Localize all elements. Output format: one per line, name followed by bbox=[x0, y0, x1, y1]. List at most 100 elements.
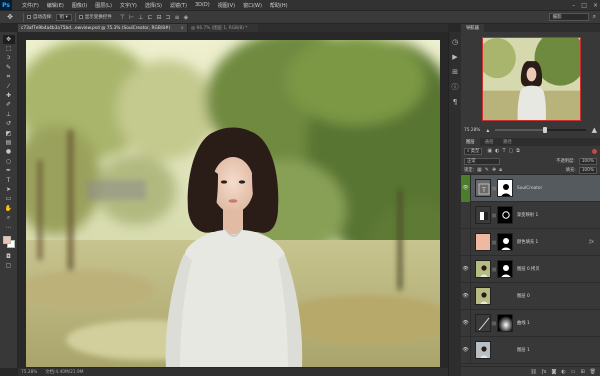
show-transform-checkbox[interactable] bbox=[78, 15, 83, 19]
menu-layer[interactable]: 图层(L) bbox=[91, 2, 116, 9]
fx-icon[interactable]: ƒx bbox=[589, 239, 594, 245]
menu-file[interactable]: 文件(F) bbox=[18, 2, 43, 9]
quick-mask-icon[interactable]: ◘ bbox=[3, 252, 15, 261]
visibility-eye-icon[interactable] bbox=[461, 228, 471, 256]
auto-select-checkbox[interactable] bbox=[27, 15, 31, 19]
menu-view[interactable]: 视图(V) bbox=[214, 2, 239, 9]
document-tab-active[interactable]: c73af7e9b4a4b3a75bd...ewview.psd @ 75.3%… bbox=[18, 24, 188, 32]
layer-mask[interactable] bbox=[497, 260, 513, 278]
filter-shape-icon[interactable]: ▢ bbox=[509, 148, 514, 154]
auto-select-target-select[interactable]: 组 ▾ bbox=[55, 13, 72, 21]
properties-panel-icon[interactable]: ⊞ bbox=[451, 68, 459, 76]
add-mask-icon[interactable]: ◙ bbox=[551, 369, 556, 375]
brush-icon[interactable]: ✐ bbox=[3, 101, 15, 110]
status-zoom[interactable]: 75.28% bbox=[21, 370, 37, 375]
align-bottom-icon[interactable]: ⊥ bbox=[138, 14, 143, 21]
navigator-preview[interactable] bbox=[482, 37, 581, 121]
tab-paths[interactable]: 路径 bbox=[498, 138, 517, 146]
visibility-eye-icon[interactable]: 👁︎ bbox=[461, 282, 471, 310]
more-icon[interactable]: ⋯ bbox=[3, 223, 15, 232]
filter-toggle[interactable] bbox=[592, 148, 597, 154]
info-panel-icon[interactable]: ⓘ bbox=[451, 83, 459, 91]
minimize-icon[interactable]: – bbox=[572, 2, 575, 9]
marquee-icon[interactable]: ⬚ bbox=[3, 44, 15, 53]
layer-mask[interactable] bbox=[497, 206, 513, 224]
document-tab-inactive[interactable]: @ 66.7% (图层 1, RGB/8) * bbox=[188, 24, 258, 32]
layer-name[interactable]: 图层 1 bbox=[517, 347, 530, 353]
layer-row[interactable]: 👁︎ 图层 1 bbox=[461, 336, 600, 364]
fill-input[interactable]: 100% bbox=[578, 166, 597, 174]
new-layer-icon[interactable]: ⊞ bbox=[580, 369, 584, 375]
link-layers-icon[interactable]: ⛓︎ bbox=[530, 369, 536, 375]
layer-row[interactable]: 👁︎ 图层 0 bbox=[461, 282, 600, 310]
layer-mask[interactable] bbox=[497, 314, 513, 332]
zoom-in-icon[interactable]: ▲ bbox=[592, 126, 597, 134]
paragraph-panel-icon[interactable]: ¶ bbox=[451, 98, 459, 106]
zoom-slider-handle[interactable] bbox=[543, 127, 548, 133]
close-icon[interactable]: × bbox=[593, 2, 598, 9]
blur-icon[interactable]: ● bbox=[3, 148, 15, 157]
align-left-icon[interactable]: ⊏ bbox=[147, 14, 152, 21]
layer-row[interactable]: 👁︎ ⛓︎ 图层 0 拷贝 bbox=[461, 255, 600, 283]
lock-transparent-icon[interactable]: ▦ bbox=[477, 167, 482, 173]
zoom-slider[interactable] bbox=[495, 127, 586, 133]
hand-icon[interactable]: ✋ bbox=[3, 204, 15, 213]
dodge-icon[interactable]: ○ bbox=[3, 157, 15, 166]
filter-smart-icon[interactable]: ⧉ bbox=[516, 148, 520, 154]
document-canvas[interactable] bbox=[26, 40, 440, 367]
layer-row[interactable]: 👁︎ T ⛓︎ SoulCreator bbox=[461, 174, 600, 202]
type-icon[interactable]: T bbox=[3, 176, 15, 185]
canvas-area[interactable] bbox=[18, 32, 448, 368]
menu-3d[interactable]: 3D(D) bbox=[191, 2, 214, 8]
move-icon[interactable]: ✥ bbox=[2, 35, 15, 45]
layer-row[interactable]: ⛓︎ 渐变映射 1 bbox=[461, 201, 600, 229]
menu-filter[interactable]: 滤镜(T) bbox=[166, 2, 191, 9]
menu-type[interactable]: 文字(Y) bbox=[116, 2, 141, 9]
healing-icon[interactable]: ✚ bbox=[3, 91, 15, 100]
layer-name[interactable]: 曲线 1 bbox=[517, 320, 530, 326]
maximize-icon[interactable]: □ bbox=[581, 2, 587, 9]
menu-edit[interactable]: 编辑(E) bbox=[43, 2, 68, 9]
layer-name[interactable]: 图层 0 拷贝 bbox=[517, 266, 540, 272]
lock-position-icon[interactable]: ✥ bbox=[492, 167, 496, 173]
visibility-eye-icon[interactable]: 👁︎ bbox=[461, 255, 471, 283]
align-center-icon[interactable]: ⊟ bbox=[156, 14, 161, 21]
history-panel-icon[interactable]: ◷ bbox=[451, 38, 459, 46]
layer-name[interactable]: SoulCreator bbox=[517, 186, 542, 191]
foreground-color-swatch[interactable] bbox=[2, 236, 11, 245]
distribute-icon[interactable]: ≡ bbox=[175, 14, 180, 21]
actions-panel-icon[interactable]: ▶ bbox=[451, 53, 459, 61]
layer-mask[interactable] bbox=[497, 233, 513, 251]
navigator-zoom-value[interactable]: 75.28% bbox=[464, 128, 480, 133]
opacity-input[interactable]: 100% bbox=[578, 157, 597, 165]
visibility-eye-icon[interactable]: 👁︎ bbox=[461, 336, 471, 364]
tab-navigator[interactable]: 导航器 bbox=[461, 24, 484, 32]
visibility-eye-icon[interactable] bbox=[461, 201, 471, 229]
menu-window[interactable]: 窗口(W) bbox=[239, 2, 266, 9]
close-tab-icon[interactable]: × bbox=[180, 26, 184, 31]
zoom-out-icon[interactable]: ▴ bbox=[486, 127, 489, 134]
clone-stamp-icon[interactable]: ⊥ bbox=[3, 110, 15, 119]
tab-channels[interactable]: 通道 bbox=[480, 138, 499, 146]
layer-row[interactable]: ⛓︎ 颜色填充 1 ƒx bbox=[461, 228, 600, 256]
zoom-icon[interactable]: ⌕ bbox=[3, 213, 15, 222]
menu-select[interactable]: 选择(S) bbox=[141, 2, 166, 9]
new-adjustment-icon[interactable]: ◐ bbox=[561, 369, 565, 375]
filter-kind-select[interactable]: ⌕ 类型 bbox=[464, 147, 483, 155]
lasso-icon[interactable]: ↄ bbox=[3, 54, 15, 63]
layer-name[interactable]: 颜色填充 1 bbox=[517, 239, 538, 245]
menu-help[interactable]: 帮助(H) bbox=[266, 2, 292, 9]
visibility-eye-icon[interactable]: 👁︎ bbox=[461, 174, 471, 202]
crop-icon[interactable]: ⌗ bbox=[3, 73, 15, 82]
filter-pixel-icon[interactable]: ▣ bbox=[487, 148, 492, 154]
color-swatches[interactable] bbox=[2, 235, 16, 249]
layer-name[interactable]: 图层 0 bbox=[517, 293, 530, 299]
history-brush-icon[interactable]: ↺ bbox=[3, 120, 15, 129]
layer-row[interactable]: 👁︎ ⛓︎ 曲线 1 bbox=[461, 309, 600, 337]
menu-image[interactable]: 图像(I) bbox=[68, 2, 91, 9]
quick-select-icon[interactable]: ✎ bbox=[3, 63, 15, 72]
lock-pixels-icon[interactable]: ✎ bbox=[485, 167, 489, 173]
layer-mask[interactable] bbox=[497, 179, 513, 197]
align-right-icon[interactable]: ⊐ bbox=[166, 14, 171, 21]
eraser-icon[interactable]: ◩ bbox=[3, 129, 15, 138]
